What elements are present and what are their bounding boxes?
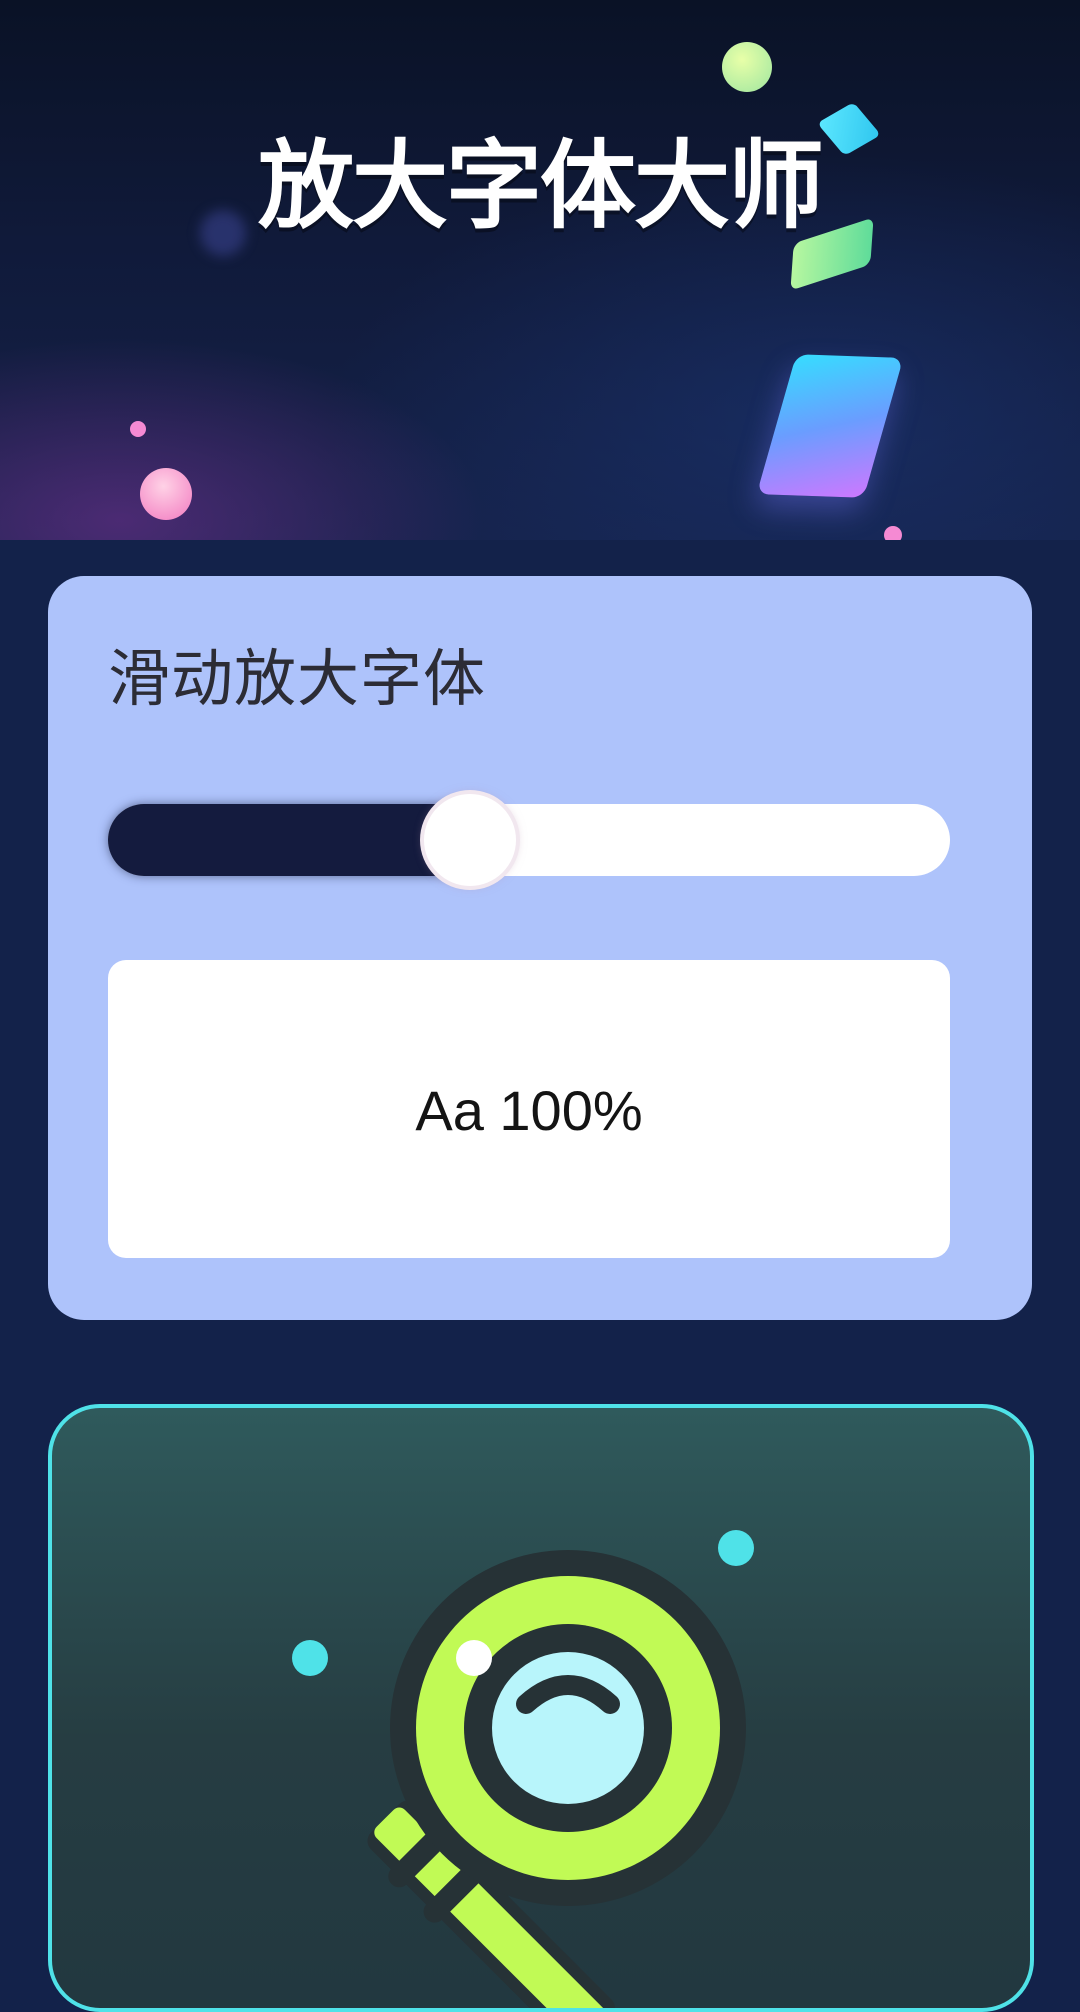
magnifier-illustration bbox=[292, 1530, 754, 2008]
decoration-cyan-dot bbox=[292, 1640, 328, 1676]
app-title: 放大字体大师 bbox=[258, 130, 824, 242]
illustration-card bbox=[48, 1404, 1034, 2012]
magnifier-icon bbox=[367, 1550, 746, 2008]
font-preview-text: Aa 100% bbox=[415, 1079, 643, 1142]
slider-thumb[interactable] bbox=[424, 794, 516, 886]
decoration-pink-dot bbox=[130, 421, 146, 437]
slider-fill bbox=[108, 804, 470, 876]
card-title: 滑动放大字体 bbox=[108, 642, 487, 715]
font-size-slider[interactable] bbox=[108, 794, 950, 886]
font-size-card: 滑动放大字体 Aa 100% bbox=[48, 576, 1032, 1320]
decoration-green-bubble bbox=[722, 42, 772, 92]
decoration-holo-card bbox=[756, 354, 904, 498]
decoration-pink-dot bbox=[884, 526, 902, 540]
font-preview-box: Aa 100% bbox=[108, 960, 950, 1258]
header-banner: 放大字体大师 bbox=[0, 0, 1080, 540]
decoration-cyan-dot bbox=[718, 1530, 754, 1566]
decoration-pink-bubble bbox=[140, 468, 192, 520]
